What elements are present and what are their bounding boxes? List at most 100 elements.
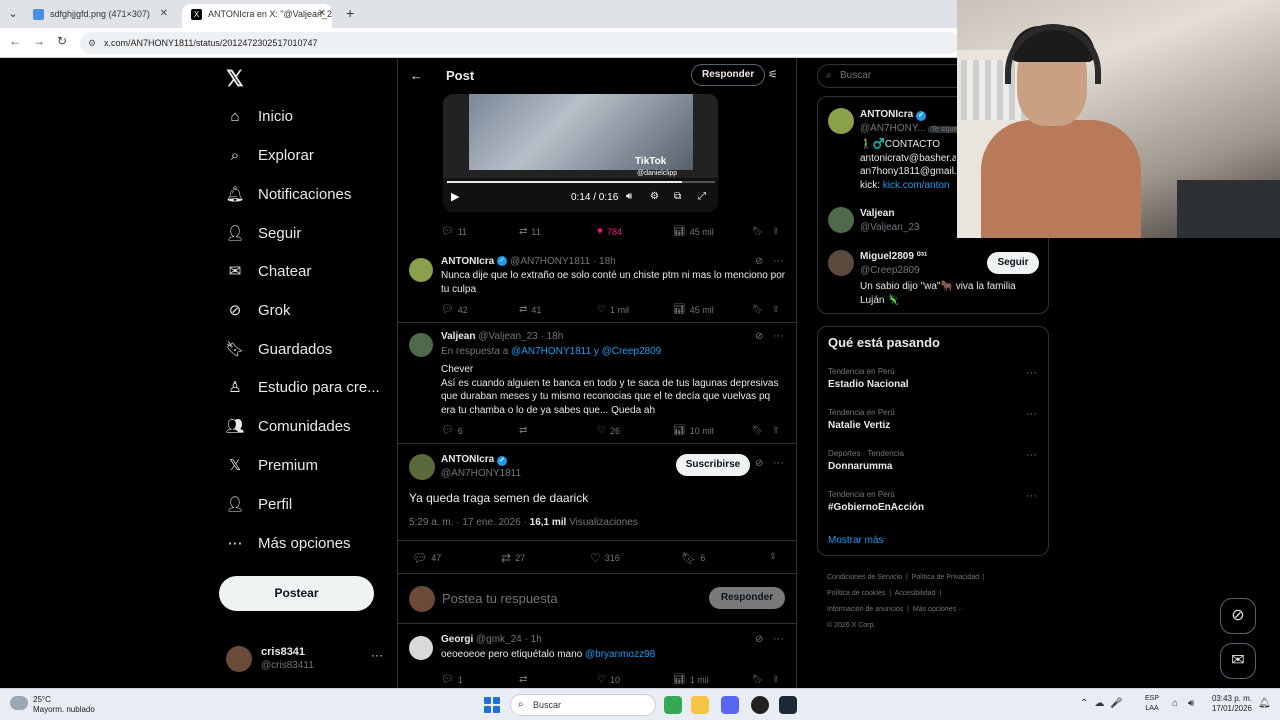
more-icon[interactable]: ··· [773,457,784,469]
volume-icon[interactable]: 🔊︎ [626,191,632,202]
nav-item-premium[interactable]: 𝕏 Premium [226,450,396,480]
repost-action[interactable]: ⇄ 27 [501,551,525,565]
nav-item-explorar[interactable]: ⌕ Explorar [226,140,396,170]
grok-icon[interactable]: ⊘ [755,331,763,342]
forward-icon[interactable]: → [33,34,45,48]
bio-link[interactable]: kick.com/anton [883,180,950,191]
trend-item[interactable]: Tendencia en Perú #GobiernoEnAcción ··· [828,490,1043,513]
share-icon[interactable]: ⇪ [772,226,780,237]
avatar[interactable] [409,454,435,480]
post-button[interactable]: Postear [219,576,374,611]
grok-icon[interactable]: ⊘ [755,458,763,469]
author-name[interactable]: ANTONIcra ✓ [441,454,508,466]
back-arrow-icon[interactable]: ← [410,68,423,83]
system-tray[interactable]: ⌃☁🎤 [1080,698,1129,709]
author-handle[interactable]: @AN7HONY1811 · 18h [510,256,616,267]
footer-link[interactable]: Accesibilidad [895,590,936,597]
close-icon[interactable]: ✕ [160,4,168,24]
avatar[interactable] [409,636,433,660]
reload-icon[interactable]: ↻ [57,34,67,48]
avatar[interactable] [828,207,854,233]
adjust-icon[interactable]: ⚟ [768,68,778,81]
messages-fab-icon[interactable]: ✉ [1220,643,1256,679]
like-action[interactable]: ♡ 10 [597,674,620,685]
share-icon[interactable]: ⇪ [772,304,780,315]
views-action[interactable]: 📊︎ 1 mil [673,674,709,685]
author-name[interactable]: ANTONIcra [441,256,494,267]
nav-item-perfil[interactable]: 👤︎ Perfil [225,489,396,519]
follow-button[interactable]: Seguir [987,252,1039,274]
new-tab-icon[interactable]: + [346,5,354,21]
close-icon[interactable]: ✕ [318,4,326,24]
repost-action[interactable]: ⇄ [519,674,531,685]
windows-start-icon[interactable] [484,697,500,713]
show-more-link[interactable]: Mostrar más [828,535,884,546]
play-icon[interactable]: ▶ [451,190,459,203]
more-icon[interactable]: ··· [371,648,383,662]
video-player[interactable]: TikTok @danielclipp ▶ 0:14 / 0:16 🔊︎ ⚙ ⧉… [443,94,718,212]
notification-icon[interactable]: 🔔︎ [1258,698,1271,709]
views-action[interactable]: 📊︎ 45 mil [673,304,714,315]
share-icon[interactable]: ⇪ [772,425,780,436]
site-info-icon[interactable]: ⚙ [88,32,96,54]
more-icon[interactable]: ··· [1026,449,1037,461]
like-action[interactable]: ♥ 784 [597,226,622,237]
reply-button[interactable]: Responder [709,587,785,609]
footer-link[interactable]: Política de cookies [827,590,885,597]
address-bar[interactable]: ⚙ x.com/AN7HONY1811/status/2012472302517… [80,32,960,54]
language-indicator[interactable]: ESP LAA [1145,694,1159,714]
views-action[interactable]: 📊︎ 45 mil [673,226,714,237]
repost-action[interactable]: ⇄ 11 [519,226,541,237]
author-name[interactable]: Georgi [441,634,473,645]
grok-icon[interactable]: ⊘ [755,634,763,645]
mention-link[interactable]: @bryanmozz98 [585,649,655,660]
fullscreen-icon[interactable]: ⤢ [698,191,706,202]
author-handle[interactable]: @AN7HONY1811 [441,468,521,479]
repost-action[interactable]: ⇄ 41 [519,304,541,315]
reply-header-button[interactable]: Responder [691,64,766,86]
more-icon[interactable]: ··· [773,633,784,645]
footer-link[interactable]: Política de Privacidad [912,574,979,581]
more-icon[interactable]: ··· [1026,490,1037,502]
views-action[interactable]: 📊︎ 10 mil [673,425,714,436]
trend-item[interactable]: Tendencia en Perú Natalie Vertiz ··· [828,408,1043,431]
bookmark-icon[interactable]: 🔖︎ [752,425,763,436]
nav-item-comunidades[interactable]: 👥︎ Comunidades [225,411,396,441]
more-icon[interactable]: ··· [773,330,784,342]
grok-icon[interactable]: ⊘ [755,256,763,267]
author-handle[interactable]: @gmk_24 · 1h [476,634,542,645]
taskbar-search[interactable]: ⌕ Buscar [510,694,656,716]
settings-icon[interactable]: ⚙ [650,191,659,202]
back-icon[interactable]: ← [9,34,21,48]
footer-link[interactable]: Condiciones de Servicio [827,574,902,581]
network-icon[interactable]: ⌂ [1172,698,1178,709]
repost-action[interactable]: ⇄ [519,425,531,436]
person-name[interactable]: Miguel2809 ⁰³¹ [860,251,927,262]
reply-action[interactable]: 💬︎ 42 [441,304,468,315]
bookmark-action[interactable]: 🔖︎ 6 [681,551,705,565]
weather-widget[interactable]: 25°C Mayorm. nublado [10,694,120,716]
reply-action[interactable]: 💬︎ 1 [441,674,463,685]
avatar[interactable] [409,333,433,357]
x-logo-icon[interactable]: 𝕏 [226,66,244,92]
reply-tweet[interactable]: Georgi @gmk_24 · 1h ⊘ ··· oeoeoeoe pero … [398,626,796,696]
trend-item[interactable]: Deportes · Tendencia Donnarumma ··· [828,449,1043,472]
tab-list-icon[interactable]: ⌄ [4,5,22,23]
account-switcher[interactable]: cris8341 @cris83411 ··· [226,644,386,674]
avatar[interactable] [409,258,433,282]
person-name[interactable]: Valjean [860,208,894,219]
reply-action[interactable]: 💬︎ 47 [412,551,441,565]
like-action[interactable]: ♡ 26 [597,425,620,436]
browser-tab-image[interactable]: sdfghjjgfd.png (471×307) ✕ [24,4,174,28]
bookmark-icon[interactable]: 🔖︎ [752,304,763,315]
avatar[interactable] [828,250,854,276]
obs-icon[interactable] [751,696,769,714]
steam-icon[interactable] [779,696,797,714]
author-name[interactable]: Valjean [441,331,475,342]
folder-icon[interactable] [691,696,709,714]
nav-item-seguir[interactable]: 👤︎ Seguir [225,218,396,248]
more-icon[interactable]: ··· [1026,408,1037,420]
clock[interactable]: 03:43 p. m. 17/01/2026 [1206,694,1252,714]
footer-link[interactable]: Más opciones ··· [913,606,965,613]
share-icon[interactable]: ⇪ [769,551,777,562]
